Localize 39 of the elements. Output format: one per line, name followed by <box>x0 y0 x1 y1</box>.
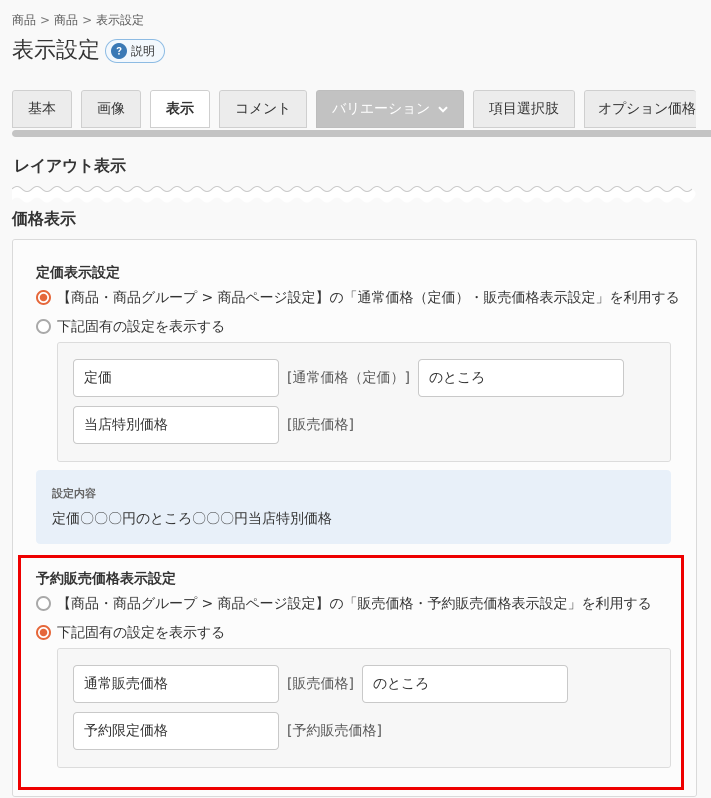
radio-label[interactable]: 下記固有の設定を表示する <box>57 316 225 336</box>
group-title: 予約販売価格表示設定 <box>36 570 177 589</box>
radio-label[interactable]: 【商品・商品グループ > 商品ページ設定】の「通常価格（定価）・販売価格表示設定」を利用する <box>57 288 680 308</box>
summary-text: 定価〇〇〇円のところ〇〇〇円当店特別価格 <box>52 510 333 529</box>
field-label: [通常価格（定価）] <box>287 369 410 388</box>
text-input[interactable]: 予約限定価格 <box>73 712 279 750</box>
text-input[interactable]: のところ <box>362 665 568 703</box>
text-input[interactable]: のところ <box>418 359 624 397</box>
field-label: [販売価格] <box>287 416 354 435</box>
radio-label[interactable]: 下記固有の設定を表示する <box>57 622 225 642</box>
section-heading[interactable]: レイアウト表示 <box>0 154 711 178</box>
breadcrumb-link[interactable]: 商品 <box>54 12 78 28</box>
field-label: [販売価格] <box>287 675 354 694</box>
help-icon <box>111 43 127 59</box>
radio-button[interactable] <box>36 625 51 640</box>
radio-button[interactable] <box>36 290 51 305</box>
chevron-down-icon <box>438 106 448 112</box>
tab[interactable]: 基本 <box>12 90 72 128</box>
field-label: [予約販売価格] <box>287 722 382 741</box>
breadcrumb-link[interactable]: 商品 <box>12 12 36 28</box>
help-button[interactable]: 説明 <box>105 39 165 63</box>
page-title: 表示設定 <box>12 37 100 65</box>
tab[interactable]: 画像 <box>81 90 141 128</box>
text-input[interactable]: 定価 <box>73 359 279 397</box>
tab[interactable]: オプション価格 <box>584 90 696 128</box>
radio-label[interactable]: 【商品・商品グループ > 商品ページ設定】の「販売価格・予約販売価格表示設定」を利用する <box>57 594 652 614</box>
text-input[interactable]: 通常販売価格 <box>73 665 279 703</box>
breadcrumb-separator: > <box>82 12 92 28</box>
tab[interactable]: コメント <box>219 90 307 128</box>
tab[interactable]: 項目選択肢 <box>473 90 575 128</box>
group-title: 定価表示設定 <box>36 264 121 283</box>
radio-button[interactable] <box>36 596 51 611</box>
breadcrumb-separator: > <box>40 12 50 28</box>
summary-title: 設定内容 <box>52 486 97 502</box>
section-heading: 価格表示 <box>10 208 77 230</box>
radio-button[interactable] <box>36 319 51 334</box>
tab[interactable]: 表示 <box>150 90 210 128</box>
breadcrumb-current: 表示設定 <box>96 12 144 28</box>
text-input[interactable]: 当店特別価格 <box>73 406 279 444</box>
